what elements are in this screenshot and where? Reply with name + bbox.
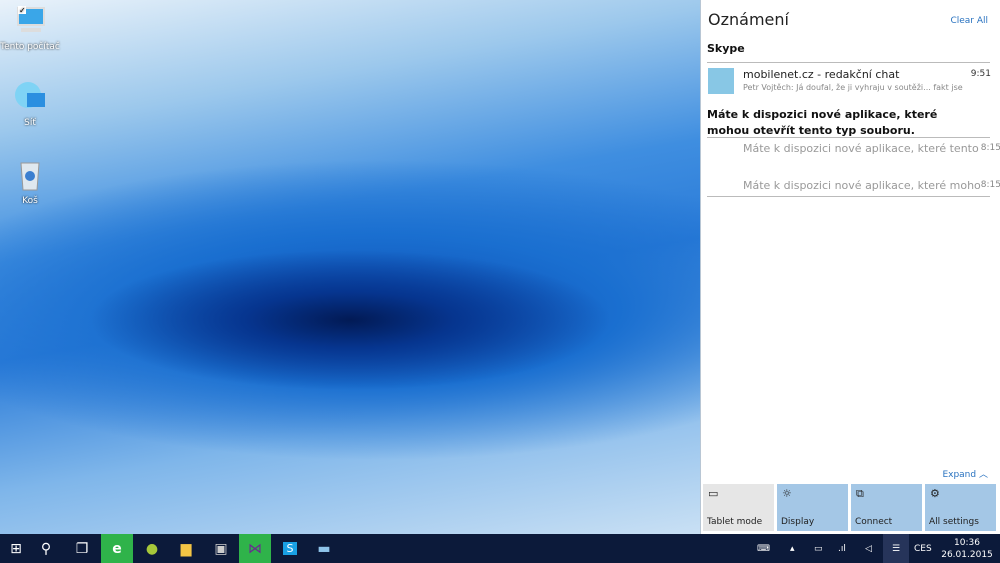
show-hidden-icons-button[interactable]: ▴ [790, 534, 795, 563]
folder-icon: ▆ [180, 540, 192, 557]
expand-label: Expand [942, 470, 977, 480]
desktop-icon-label: Tento počítač [0, 42, 60, 52]
volume-button[interactable]: ◁ [865, 534, 872, 563]
language-button[interactable]: CES [914, 534, 932, 563]
chevron-up-icon: ︿ [978, 470, 988, 480]
desktop-icon-network[interactable]: Síť [0, 80, 60, 128]
action-center-button[interactable]: ☰ [883, 534, 909, 563]
taskbar-internet-explorer[interactable]: e [101, 534, 133, 563]
quick-action-tablet-mode[interactable]: ▭ Tablet mode [703, 484, 774, 531]
remote-desktop-icon: ▬ [317, 540, 331, 557]
svg-text:✓: ✓ [19, 6, 26, 15]
taskbar-skype[interactable]: S [274, 534, 306, 563]
task-view-icon: ❐ [75, 540, 89, 557]
task-view-button[interactable]: ❐ [66, 534, 98, 563]
computer-icon: ✓ [13, 4, 47, 38]
search-button[interactable]: ⚲ [30, 534, 62, 563]
battery-button[interactable]: ▭ [814, 534, 823, 563]
taskbar-visual-studio[interactable]: ⋈ [239, 534, 271, 563]
touch-keyboard-button[interactable]: ⌨ [757, 534, 770, 563]
tablet-icon: ▭ [708, 487, 719, 500]
divider [707, 137, 990, 138]
desktop-icon-label: Síť [24, 118, 36, 128]
speaker-icon: ◁ [865, 543, 872, 554]
keyboard-icon: ⌨ [757, 543, 770, 554]
quick-action-label: Tablet mode [707, 517, 763, 527]
quick-action-label: All settings [929, 517, 979, 527]
brightness-icon: ☼ [782, 487, 792, 500]
quick-action-connect[interactable]: ⧉ Connect [851, 484, 922, 531]
language-indicator: CES [914, 543, 932, 554]
divider [707, 62, 990, 63]
notification-time: 8:15 [980, 143, 1000, 153]
notification-item[interactable]: Máte k dispozici nové aplikace, které mo… [743, 179, 1000, 192]
notification-title: mobilenet.cz - redakční chat [743, 68, 900, 81]
desktop: ✓ Tento počítač Síť Koš [0, 0, 700, 534]
caret-up-icon: ▴ [790, 543, 795, 554]
action-center-title: Oznámení [708, 10, 789, 29]
network-button[interactable]: .ıl [838, 534, 846, 563]
taskbar-file-explorer[interactable]: ▆ [170, 534, 202, 563]
network-icon [13, 80, 47, 114]
recycle-bin-icon [13, 158, 47, 192]
notification-skype[interactable]: mobilenet.cz - redakční chat Petr Vojtěc… [708, 68, 993, 96]
notification-text: Máte k dispozici nové aplikace, které te… [743, 142, 979, 155]
spotify-icon: ● [145, 540, 159, 557]
quick-action-all-settings[interactable]: ⚙ All settings [925, 484, 996, 531]
taskbar-spotify[interactable]: ● [136, 534, 168, 563]
expand-button[interactable]: Expand ︿ [942, 467, 988, 480]
clock-date: 26.01.2015 [941, 549, 993, 560]
skype-group-icon [708, 68, 734, 94]
skype-icon: S [282, 542, 298, 555]
taskbar: ⊞ ⚲ ❐ e ● ▆ ▣ ⋈ S ▬ ⌨ ▴ ▭ .ıl ◁ ☰ CES 10… [0, 534, 1000, 563]
clock[interactable]: 10:36 26.01.2015 [940, 534, 994, 563]
divider [707, 196, 990, 197]
notification-text: Máte k dispozici nové aplikace, které mo… [743, 179, 981, 192]
notification-time: 9:51 [970, 69, 991, 79]
group-header-skype[interactable]: Skype [707, 42, 745, 55]
connect-icon: ⧉ [856, 487, 864, 500]
notification-icon: ☰ [891, 543, 901, 554]
search-icon: ⚲ [40, 540, 52, 557]
quick-action-display[interactable]: ☼ Display [777, 484, 848, 531]
notification-time: 8:15 [980, 180, 1000, 190]
store-icon: ▣ [214, 540, 228, 557]
notification-item[interactable]: Máte k dispozici nové aplikace, které te… [743, 142, 1000, 155]
signal-icon: .ıl [838, 543, 846, 554]
clock-time: 10:36 [954, 537, 980, 548]
notification-body: Petr Vojtěch: Já doufal, že ji vyhraju v… [743, 83, 963, 92]
desktop-icon-this-pc[interactable]: ✓ Tento počítač [0, 4, 60, 52]
clear-all-button[interactable]: Clear All [950, 16, 988, 26]
windows-icon: ⊞ [10, 540, 22, 557]
internet-explorer-icon: e [112, 540, 122, 557]
taskbar-store[interactable]: ▣ [205, 534, 237, 563]
quick-action-label: Display [781, 517, 815, 527]
group-header-apps[interactable]: Máte k dispozici nové aplikace, které mo… [707, 107, 977, 139]
gear-icon: ⚙ [930, 487, 940, 500]
battery-icon: ▭ [814, 543, 823, 554]
start-button[interactable]: ⊞ [0, 534, 32, 563]
quick-action-label: Connect [855, 517, 893, 527]
desktop-icon-label: Koš [22, 196, 38, 206]
taskbar-remote-desktop[interactable]: ▬ [308, 534, 340, 563]
visual-studio-icon: ⋈ [248, 540, 262, 557]
action-center: Oznámení Clear All Skype mobilenet.cz - … [700, 0, 1000, 534]
desktop-icon-recycle-bin[interactable]: Koš [0, 158, 60, 206]
